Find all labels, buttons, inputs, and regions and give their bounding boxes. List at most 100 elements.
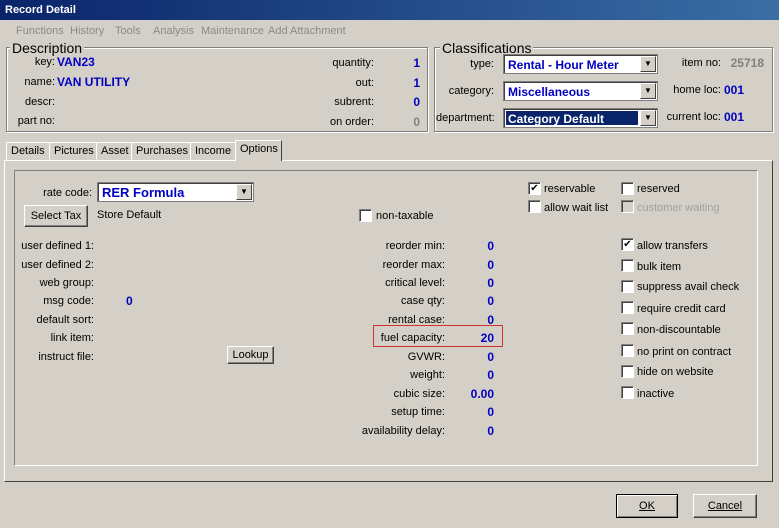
lookup-button[interactable]: Lookup	[227, 346, 274, 364]
menu-maintenance[interactable]: Maintenance	[201, 25, 264, 37]
cancel-button[interactable]: Cancel	[693, 494, 757, 518]
case-qty-value: 0	[487, 294, 494, 308]
non-taxable-label: non-taxable	[376, 210, 434, 222]
subrent-value: 0	[413, 95, 420, 109]
department-select[interactable]: Category Default ▼	[503, 108, 658, 128]
hide-on-website-checkbox[interactable]	[621, 365, 634, 378]
menu-bar: Functions History Tools Analysis Mainten…	[0, 20, 779, 40]
on-order-value: 0	[413, 115, 420, 129]
bulk-item-checkbox[interactable]	[621, 259, 634, 272]
window-title: Record Detail	[0, 0, 779, 20]
tab-pictures[interactable]: Pictures	[49, 142, 99, 160]
non-discountable-label: non-discountable	[637, 324, 721, 336]
quantity-label: quantity:	[332, 57, 374, 69]
allow-wait-list-checkbox[interactable]	[528, 200, 541, 213]
out-label: out:	[355, 77, 374, 89]
reorder-min-label: reorder min:	[385, 240, 445, 252]
instruct-file-label: instruct file:	[38, 351, 94, 363]
setup-time-value: 0	[487, 405, 494, 419]
allow-transfers-label: allow transfers	[637, 240, 708, 252]
inactive-checkbox[interactable]	[621, 386, 634, 399]
gvwr-value: 0	[487, 350, 494, 364]
non-taxable-checkbox[interactable]	[359, 209, 372, 222]
no-print-on-contract-label: no print on contract	[637, 346, 732, 358]
key-value[interactable]: VAN23	[57, 55, 95, 69]
reservable-checkbox[interactable]: ✔	[528, 182, 541, 195]
suppress-avail-check-checkbox[interactable]	[621, 280, 634, 293]
require-credit-card-checkbox[interactable]	[621, 301, 634, 314]
tax-value: Store Default	[97, 209, 162, 221]
chevron-down-icon[interactable]: ▼	[640, 83, 656, 99]
availability-delay-label: availability delay:	[361, 425, 445, 437]
reorder-max-value: 0	[487, 258, 494, 272]
menu-functions[interactable]: Functions	[16, 25, 64, 37]
current-loc-value: 001	[724, 110, 745, 124]
customer-waiting-checkbox	[621, 200, 634, 213]
category-label: category:	[448, 85, 494, 97]
item-no-value: 25718	[730, 56, 764, 70]
item-no-label: item no:	[681, 57, 721, 69]
reserved-label: reserved	[637, 183, 680, 195]
subrent-label: subrent:	[334, 96, 374, 108]
non-discountable-checkbox[interactable]	[621, 322, 634, 335]
msg-code-label: msg code:	[43, 295, 94, 307]
name-value[interactable]: VAN UTILITY	[57, 75, 130, 89]
descr-label: descr:	[25, 96, 55, 108]
menu-add-attachment[interactable]: Add Attachment	[268, 25, 346, 37]
allow-wait-list-label: allow wait list	[544, 202, 609, 214]
home-loc-value: 001	[724, 83, 745, 97]
select-tax-button[interactable]: Select Tax	[24, 205, 88, 227]
chevron-down-icon[interactable]: ▼	[236, 184, 252, 200]
availability-delay-value: 0	[487, 424, 494, 438]
ok-button-label: OK	[639, 500, 655, 512]
reorder-min-value: 0	[487, 239, 494, 253]
critical-level-label: critical level:	[385, 277, 445, 289]
tab-purchases[interactable]: Purchases	[131, 142, 193, 160]
rate-code-select[interactable]: RER Formula ▼	[97, 182, 254, 202]
chevron-down-icon[interactable]: ▼	[640, 110, 656, 126]
chevron-down-icon[interactable]: ▼	[640, 56, 656, 72]
allow-transfers-checkbox[interactable]: ✔	[621, 238, 634, 251]
reservable-label: reservable	[544, 183, 596, 195]
tab-asset[interactable]: Asset	[96, 142, 134, 160]
key-label: key:	[34, 56, 55, 68]
department-select-value: Category Default	[508, 112, 605, 126]
category-select[interactable]: Miscellaneous ▼	[503, 81, 658, 101]
on-order-label: on order:	[329, 116, 374, 128]
suppress-avail-check-label: suppress avail check	[637, 281, 740, 293]
current-loc-label: current loc:	[666, 111, 721, 123]
tab-income[interactable]: Income	[190, 142, 237, 160]
link-item-label: link item:	[50, 332, 94, 344]
reserved-checkbox[interactable]	[621, 182, 634, 195]
department-label: department:	[436, 112, 495, 124]
ok-button[interactable]: OK	[616, 494, 678, 518]
fuel-capacity-label: fuel capacity:	[380, 332, 445, 344]
rate-code-value: RER Formula	[102, 185, 185, 200]
type-select-value: Rental - Hour Meter	[508, 58, 619, 72]
cubic-size-value: 0.00	[470, 387, 494, 401]
menu-history[interactable]: History	[70, 25, 104, 37]
default-sort-label: default sort:	[36, 314, 94, 326]
hide-on-website-label: hide on website	[637, 366, 714, 378]
part-no-label: part no:	[17, 115, 55, 127]
name-label: name:	[24, 76, 55, 88]
tab-options[interactable]: Options	[235, 140, 282, 161]
tab-details[interactable]: Details	[6, 142, 50, 160]
weight-value: 0	[487, 368, 494, 382]
require-credit-card-label: require credit card	[637, 303, 726, 315]
out-value: 1	[413, 76, 420, 90]
critical-level-value: 0	[487, 276, 494, 290]
category-select-value: Miscellaneous	[508, 85, 591, 99]
weight-label: weight:	[410, 369, 445, 381]
cubic-size-label: cubic size:	[393, 388, 445, 400]
menu-tools[interactable]: Tools	[115, 25, 141, 37]
reorder-max-label: reorder max:	[382, 259, 445, 271]
msg-code-value: 0	[126, 294, 133, 308]
no-print-on-contract-checkbox[interactable]	[621, 344, 634, 357]
user-defined-2-label: user defined 2:	[21, 259, 94, 271]
type-select[interactable]: Rental - Hour Meter ▼	[503, 54, 658, 74]
menu-analysis[interactable]: Analysis	[153, 25, 194, 37]
setup-time-label: setup time:	[391, 406, 445, 418]
inactive-label: inactive	[637, 388, 675, 400]
rate-code-label: rate code:	[43, 187, 92, 199]
